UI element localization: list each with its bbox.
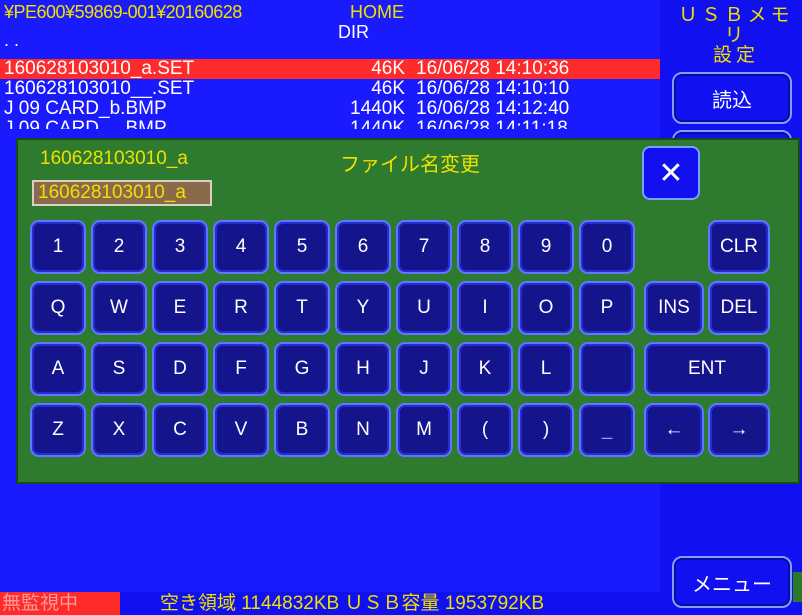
file-name: 160628103010_a.SET (4, 58, 195, 79)
file-date: 16/06/28 14:10:36 (416, 58, 570, 79)
file-size: 1440K (310, 119, 405, 129)
file-row[interactable]: 160628103010_a.SET 46K 16/06/28 14:10:36 (0, 59, 660, 79)
key-u[interactable]: U (396, 281, 452, 335)
enter-key[interactable]: ENT (644, 342, 770, 396)
file-row[interactable]: J 09 CARD_b.BMP 1440K 16/06/28 14:12:40 (0, 99, 660, 119)
parent-directory[interactable]: . . (4, 30, 19, 51)
key-r[interactable]: R (213, 281, 269, 335)
close-button[interactable]: ✕ (642, 146, 700, 200)
status-bar: 無監視中 空き領域 1144832KB ＵＳＢ容量 1953792KB (0, 592, 660, 615)
key-a[interactable]: A (30, 342, 86, 396)
blank-key[interactable] (579, 342, 635, 396)
key-n[interactable]: N (335, 403, 391, 457)
key-o[interactable]: O (518, 281, 574, 335)
key-8[interactable]: 8 (457, 220, 513, 274)
arrow-left-icon: ← (664, 419, 684, 440)
key-9[interactable]: 9 (518, 220, 574, 274)
key-l[interactable]: L (518, 342, 574, 396)
key-s[interactable]: S (91, 342, 147, 396)
read-button[interactable]: 読込 (672, 72, 792, 124)
key-q[interactable]: Q (30, 281, 86, 335)
key-b[interactable]: B (274, 403, 330, 457)
key-w[interactable]: W (91, 281, 147, 335)
key-g[interactable]: G (274, 342, 330, 396)
key-z[interactable]: Z (30, 403, 86, 457)
dir-label: DIR (338, 22, 369, 42)
path-label: ¥PE600¥59869-001¥20160628 (4, 2, 242, 22)
file-row[interactable]: 160628103010__.SET 46K 16/06/28 14:10:10 (0, 79, 660, 99)
delete-key[interactable]: DEL (708, 281, 770, 335)
key-5[interactable]: 5 (274, 220, 330, 274)
monitor-status: 無監視中 (0, 592, 120, 615)
file-row[interactable]: J 09 CARD__.BMP 1440K 16/06/28 14:11:18 (0, 119, 660, 129)
home-label: HOME (350, 2, 404, 22)
file-name: 160628103010__.SET (4, 78, 195, 99)
file-size: 46K (371, 78, 405, 99)
key-6[interactable]: 6 (335, 220, 391, 274)
key-i[interactable]: I (457, 281, 513, 335)
close-icon: ✕ (658, 156, 684, 190)
key-7[interactable]: 7 (396, 220, 452, 274)
file-date: 16/06/28 14:12:40 (416, 98, 570, 119)
file-size: 46K (371, 58, 405, 79)
filename-input[interactable]: 160628103010_a (32, 180, 212, 206)
key-p[interactable]: P (579, 281, 635, 335)
key-f[interactable]: F (213, 342, 269, 396)
key-y[interactable]: Y (335, 281, 391, 335)
key-d[interactable]: D (152, 342, 208, 396)
key-1[interactable]: 1 (30, 220, 86, 274)
file-size: 1440K (350, 98, 405, 119)
cursor-right-key[interactable]: → (708, 403, 770, 457)
dialog-title: ファイル名変更 (340, 154, 480, 176)
key-x[interactable]: X (91, 403, 147, 457)
arrow-right-icon: → (729, 419, 749, 440)
key-c[interactable]: C (152, 403, 208, 457)
usb-title-line2: 設定 (712, 45, 759, 66)
key-2[interactable]: 2 (91, 220, 147, 274)
key-k[interactable]: K (457, 342, 513, 396)
rename-dialog: 160628103010_a ファイル名変更 ✕ 160628103010_a … (18, 140, 798, 482)
insert-key[interactable]: INS (644, 281, 704, 335)
key-m[interactable]: M (396, 403, 452, 457)
file-date: 16/06/28 14:11:18 (416, 119, 568, 129)
file-name: J 09 CARD__.BMP (4, 119, 167, 129)
usb-memory-title: ＵＳＢメモリ 設定 (670, 6, 802, 66)
cursor-left-key[interactable]: ← (644, 403, 704, 457)
dialog-filename: 160628103010_a (40, 148, 188, 169)
key-open-paren[interactable]: ( (457, 403, 513, 457)
key-underscore[interactable]: _ (579, 403, 635, 457)
key-close-paren[interactable]: ) (518, 403, 574, 457)
key-0[interactable]: 0 (579, 220, 635, 274)
key-3[interactable]: 3 (152, 220, 208, 274)
key-t[interactable]: T (274, 281, 330, 335)
key-4[interactable]: 4 (213, 220, 269, 274)
key-e[interactable]: E (152, 281, 208, 335)
usb-title-line1: ＵＳＢメモリ (678, 5, 794, 46)
storage-info: 空き領域 1144832KB ＵＳＢ容量 1953792KB (160, 593, 545, 614)
key-j[interactable]: J (396, 342, 452, 396)
file-date: 16/06/28 14:10:10 (416, 78, 570, 99)
indicator-mark (793, 572, 802, 602)
key-h[interactable]: H (335, 342, 391, 396)
menu-button[interactable]: メニュー (672, 556, 792, 608)
key-v[interactable]: V (213, 403, 269, 457)
clear-key[interactable]: CLR (708, 220, 770, 274)
file-name: J 09 CARD_b.BMP (4, 98, 167, 119)
